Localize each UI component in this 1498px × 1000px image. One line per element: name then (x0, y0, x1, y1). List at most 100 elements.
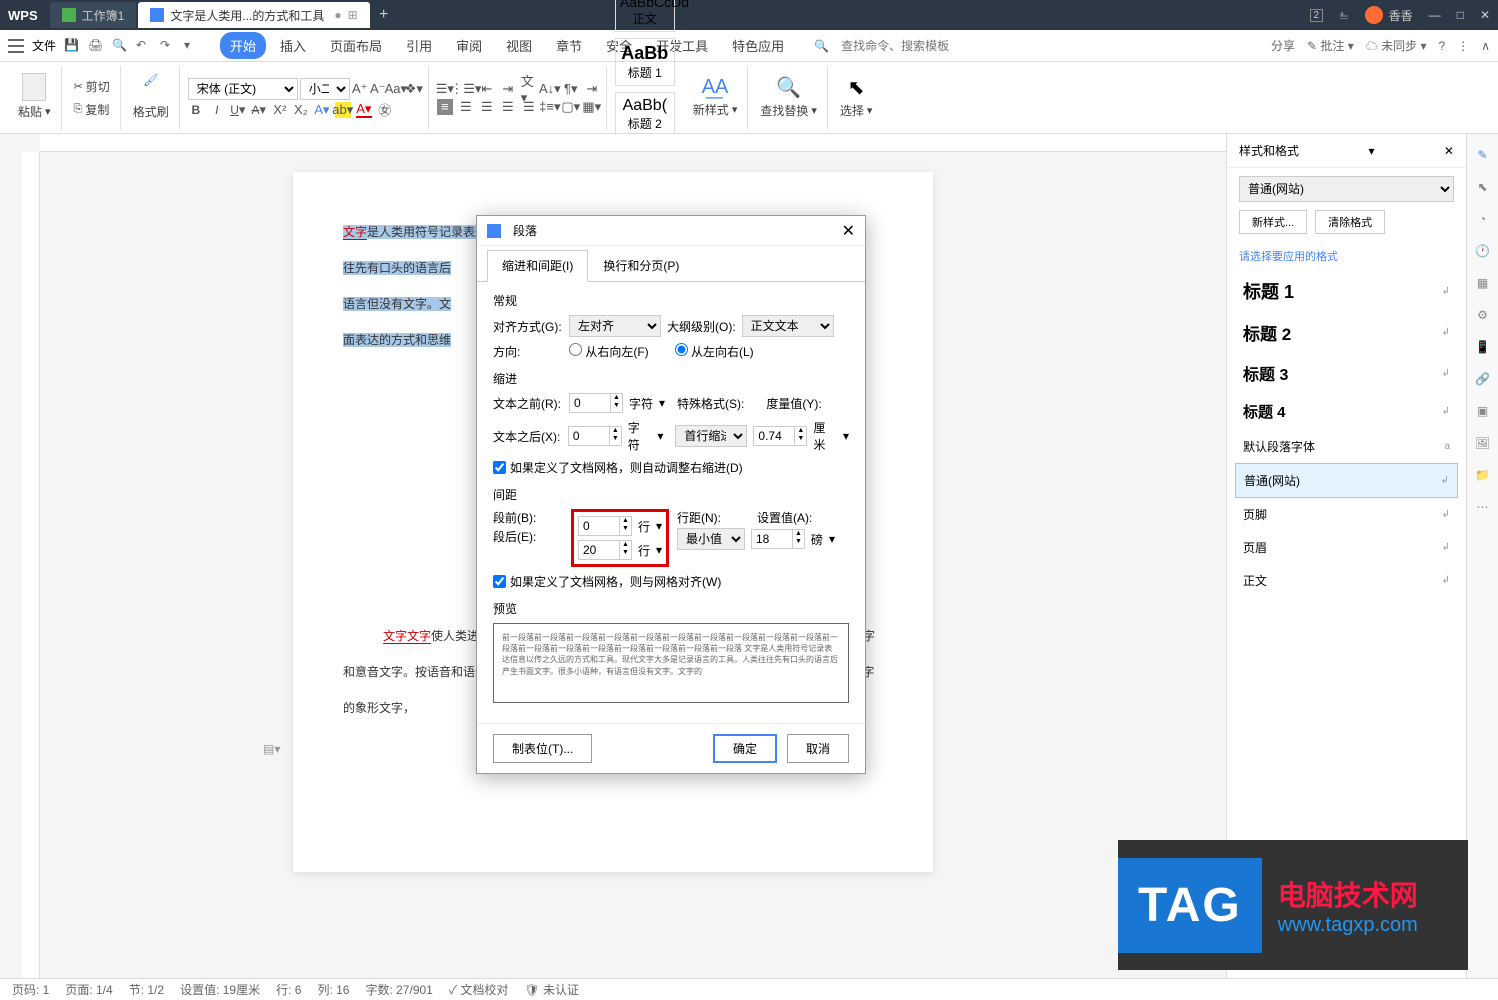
sort-icon[interactable]: A↓▾ (542, 81, 558, 97)
align-left-icon[interactable]: ≡ (437, 99, 453, 115)
style-item-h1[interactable]: 标题 1↲ (1235, 270, 1458, 312)
shrink-font-icon[interactable]: A⁻ (370, 81, 386, 97)
indent-after-spinner[interactable]: ▲▼ (568, 426, 622, 446)
style-item-body[interactable]: 正文↲ (1235, 564, 1458, 597)
style-normal[interactable]: AaBbCcDd正文 (615, 0, 675, 32)
strike-icon[interactable]: A▾ (251, 102, 267, 118)
dir-ltr-radio[interactable]: 从左向右(L) (675, 343, 754, 360)
status-col[interactable]: 列: 16 (317, 981, 349, 998)
indent-dec-icon[interactable]: ⇤ (479, 81, 495, 97)
dialog-tab-break[interactable]: 换行和分页(P) (588, 250, 694, 281)
style-item-header[interactable]: 页眉↲ (1235, 531, 1458, 564)
current-style-select[interactable]: 普通(网站) (1239, 176, 1454, 202)
status-proofing[interactable]: ✓ 文档校对 (449, 981, 509, 998)
grid-align-checkbox[interactable]: 如果定义了文档网格，则与网格对齐(W) (493, 573, 849, 590)
tab-section[interactable]: 章节 (546, 32, 592, 59)
linespace-select[interactable]: 最小值 (677, 528, 745, 550)
badge-icon[interactable]: 2 (1310, 9, 1324, 22)
space-before-spinner[interactable]: ▲▼ (578, 516, 632, 536)
cut-button[interactable]: ✂ 剪切 (70, 76, 114, 97)
indent-before-spinner[interactable]: ▲▼ (569, 393, 623, 413)
subscript-icon[interactable]: X₂ (293, 102, 309, 118)
select-button[interactable]: 选择▾ (836, 100, 877, 121)
distribute-icon[interactable]: ☰ (521, 99, 537, 115)
indent-inc-icon[interactable]: ⇥ (500, 81, 516, 97)
bold-icon[interactable]: B (188, 102, 204, 118)
change-case-icon[interactable]: Aa▾ (388, 81, 404, 97)
font-effect-icon[interactable]: A▾ (314, 102, 330, 118)
status-section[interactable]: 节: 1/2 (129, 981, 164, 998)
status-unverified[interactable]: 🛡 未认证 (524, 981, 579, 998)
file-menu[interactable]: 文件 (32, 37, 56, 54)
tab-workbook[interactable]: 工作簿1 (50, 2, 137, 28)
measure-spinner[interactable]: ▲▼ (753, 426, 807, 446)
sync-button[interactable]: ☁ 未同步 ▾ (1366, 37, 1427, 54)
tab-insert[interactable]: 插入 (270, 32, 316, 59)
clear-format-icon[interactable]: ❖▾ (406, 81, 422, 97)
status-words[interactable]: 字数: 27/901 (365, 981, 432, 998)
new-style-button[interactable]: 新样式... (1239, 210, 1307, 234)
close-button[interactable]: ✕ (1480, 8, 1490, 22)
setvalue-spinner[interactable]: ▲▼ (751, 529, 805, 549)
menu-more[interactable]: ⋮ (1457, 39, 1469, 53)
outline-select[interactable]: 正文文本 (742, 315, 834, 337)
more-icon[interactable]: ⋯ (1474, 498, 1492, 516)
superscript-icon[interactable]: X² (272, 102, 288, 118)
vertical-text-icon[interactable]: 文▾ (521, 81, 537, 97)
status-page-of[interactable]: 页面: 1/4 (65, 981, 112, 998)
status-row[interactable]: 行: 6 (276, 981, 301, 998)
ruler-horizontal[interactable] (40, 134, 1226, 152)
phone-icon[interactable]: 📱 (1474, 338, 1492, 356)
tab-special[interactable]: 特色应用 (722, 32, 794, 59)
copy-button[interactable]: ⎘ 复制 (70, 99, 114, 120)
dialog-close-button[interactable]: ✕ (842, 221, 855, 241)
numbering-icon[interactable]: ⋮☰▾ (458, 81, 474, 97)
dialog-tab-indent[interactable]: 缩进和间距(I) (487, 250, 588, 282)
style-h1[interactable]: AaBb标题 1 (615, 38, 675, 86)
font-size-select[interactable]: 小二 (300, 78, 350, 100)
clock-icon[interactable]: 🕐 (1474, 242, 1492, 260)
style-item-footer[interactable]: 页脚↲ (1235, 498, 1458, 531)
circle-text-icon[interactable]: ㊛ (377, 102, 393, 118)
tab-document[interactable]: 文字是人类用...的方式和工具 ● ⊞ (138, 2, 369, 28)
ok-button[interactable]: 确定 (713, 734, 777, 763)
align-select[interactable]: 左对齐 (569, 315, 661, 337)
format-painter[interactable]: 格式刷 (129, 101, 173, 122)
special-select[interactable]: 首行缩进 (675, 425, 747, 447)
layers-icon[interactable]: ▣ (1474, 402, 1492, 420)
undo-icon[interactable]: ↶ (136, 38, 152, 54)
clear-format-button[interactable]: 清除格式 (1315, 210, 1385, 234)
tab-review[interactable]: 审阅 (446, 32, 492, 59)
shape-icon[interactable]: ◔ (1474, 210, 1492, 228)
show-marks-icon[interactable]: ¶▾ (563, 81, 579, 97)
font-color-icon[interactable]: A▾ (356, 102, 372, 118)
format-painter-icon[interactable]: 🖌 (139, 73, 163, 101)
print-icon[interactable]: 🖨 (88, 38, 104, 54)
paste-icon[interactable] (22, 73, 46, 101)
image-icon[interactable]: 🖼 (1474, 434, 1492, 452)
highlight-icon[interactable]: ab▾ (335, 102, 351, 118)
tabs-button[interactable]: 制表位(T)... (493, 734, 592, 763)
borders-icon[interactable]: ▦▾ (584, 99, 600, 115)
collapse-ribbon[interactable]: ∧ (1481, 39, 1490, 53)
gift-icon[interactable]: ⎁ (1339, 8, 1349, 23)
font-name-select[interactable]: 宋体 (正文) (188, 78, 298, 100)
style-h2[interactable]: AaBb(标题 2 (615, 92, 675, 137)
align-justify-icon[interactable]: ☰ (500, 99, 516, 115)
user-area[interactable]: 香香 (1365, 6, 1413, 24)
tabs-icon[interactable]: ⇥ (584, 81, 600, 97)
align-center-icon[interactable]: ☰ (458, 99, 474, 115)
auto-indent-checkbox[interactable]: 如果定义了文档网格，则自动调整右缩进(D) (493, 459, 849, 476)
tab-start[interactable]: 开始 (220, 32, 266, 59)
menu-icon[interactable] (8, 39, 24, 53)
align-right-icon[interactable]: ☰ (479, 99, 495, 115)
redo-icon[interactable]: ↷ (160, 38, 176, 54)
help-icon[interactable]: ? (1439, 39, 1446, 53)
qat-dropdown[interactable]: ▾ (184, 38, 200, 54)
share-button[interactable]: 分享 (1271, 37, 1295, 54)
tab-menu-icon[interactable]: ⊞ (348, 8, 358, 22)
page-control-icon[interactable]: ▤▾ (263, 742, 280, 756)
style-item-default-font[interactable]: 默认段落字体a (1235, 430, 1458, 463)
tab-reference[interactable]: 引用 (396, 32, 442, 59)
tools-icon[interactable]: ⚙ (1474, 306, 1492, 324)
